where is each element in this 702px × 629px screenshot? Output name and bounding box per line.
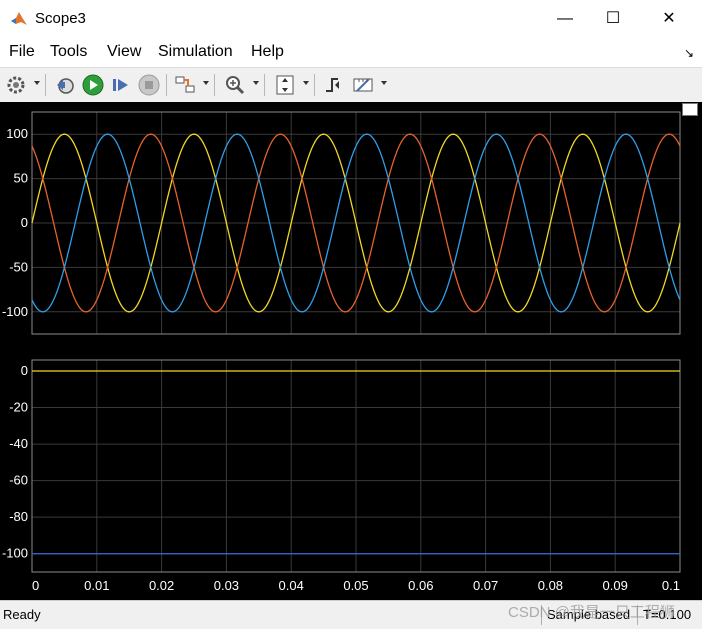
menu-tools[interactable]: Tools bbox=[50, 43, 87, 61]
window-title: Scope3 bbox=[35, 10, 86, 27]
x-tick-label: 0.05 bbox=[343, 578, 368, 593]
y-tick-label: 0 bbox=[21, 215, 28, 230]
watermark: CSDN @我是一只工程狮 bbox=[508, 604, 675, 621]
y-tick-label: 100 bbox=[6, 126, 28, 141]
x-tick-label: 0.1 bbox=[662, 578, 680, 593]
x-tick-label: 0.02 bbox=[149, 578, 174, 593]
y-tick-label: 50 bbox=[14, 171, 28, 186]
y-tick-label: 0 bbox=[21, 363, 28, 378]
menu-bar: File Tools View Simulation Help bbox=[0, 40, 702, 66]
maximize-button[interactable]: ☐ bbox=[590, 0, 636, 38]
gear-menu-caret[interactable] bbox=[34, 81, 40, 85]
dock-arrow-icon[interactable]: ↘ bbox=[684, 46, 694, 60]
toolbar-separator bbox=[264, 74, 265, 96]
step-back-icon[interactable] bbox=[53, 73, 77, 97]
zoom-menu-caret[interactable] bbox=[253, 81, 259, 85]
y-tick-label: -100 bbox=[2, 546, 28, 561]
scope-display: -100 -50 0 50 100 -100 -80 -60 -40 -20 0 0 0.01 0.02… bbox=[0, 102, 702, 600]
highlight-menu-caret[interactable] bbox=[203, 81, 209, 85]
toolbar bbox=[0, 67, 702, 103]
menu-simulation[interactable]: Simulation bbox=[158, 43, 233, 61]
scale-menu-caret[interactable] bbox=[303, 81, 309, 85]
x-tick-label: 0.04 bbox=[279, 578, 304, 593]
scope-plots: -100 -50 0 50 100 -100 -80 -60 -40 -20 0 0 0.01 0.02… bbox=[2, 111, 681, 593]
close-button[interactable]: ✕ bbox=[646, 0, 692, 38]
run-icon[interactable] bbox=[81, 73, 105, 97]
toolbar-separator bbox=[214, 74, 215, 96]
title-bar: Scope3 — ☐ ✕ bbox=[0, 0, 702, 38]
y-tick-label: -60 bbox=[9, 473, 28, 488]
y-tick-label: -100 bbox=[2, 304, 28, 319]
plot-top: -100 -50 0 50 100 bbox=[2, 111, 681, 335]
minimize-button[interactable]: — bbox=[542, 0, 588, 38]
y-tick-label: -40 bbox=[9, 436, 28, 451]
gear-icon[interactable] bbox=[4, 73, 28, 97]
y-tick-label: -20 bbox=[9, 400, 28, 415]
x-tick-label: 0.06 bbox=[408, 578, 433, 593]
menu-view[interactable]: View bbox=[107, 43, 141, 61]
menu-help[interactable]: Help bbox=[251, 43, 284, 61]
x-tick-label: 0.01 bbox=[84, 578, 109, 593]
toolbar-separator bbox=[45, 74, 46, 96]
measurements-menu-caret[interactable] bbox=[381, 81, 387, 85]
x-tick-label: 0.03 bbox=[214, 578, 239, 593]
y-tick-label: -80 bbox=[9, 509, 28, 524]
x-tick-label: 0.07 bbox=[473, 578, 498, 593]
toolbar-separator bbox=[166, 74, 167, 96]
y-tick-label: -50 bbox=[9, 259, 28, 274]
x-tick-label: 0 bbox=[32, 578, 39, 593]
triggers-icon[interactable] bbox=[322, 73, 346, 97]
toolbar-separator bbox=[314, 74, 315, 96]
status-ready: Ready bbox=[3, 607, 41, 622]
step-forward-icon[interactable] bbox=[109, 73, 133, 97]
cursor-measurements-icon[interactable] bbox=[351, 73, 375, 97]
matlab-logo-icon bbox=[11, 12, 27, 25]
zoom-icon[interactable] bbox=[223, 73, 247, 97]
undock-icon[interactable] bbox=[682, 103, 698, 116]
x-tick-label: 0.08 bbox=[538, 578, 563, 593]
scale-axes-icon[interactable] bbox=[273, 73, 297, 97]
x-tick-label: 0.09 bbox=[603, 578, 628, 593]
stop-icon[interactable] bbox=[137, 73, 161, 97]
plot-bottom: -100 -80 -60 -40 -20 0 0 0.01 0.02 0.03 0.04 0.05 0.… bbox=[2, 359, 681, 593]
menu-file[interactable]: File bbox=[9, 43, 35, 61]
highlight-signal-icon[interactable] bbox=[173, 73, 197, 97]
